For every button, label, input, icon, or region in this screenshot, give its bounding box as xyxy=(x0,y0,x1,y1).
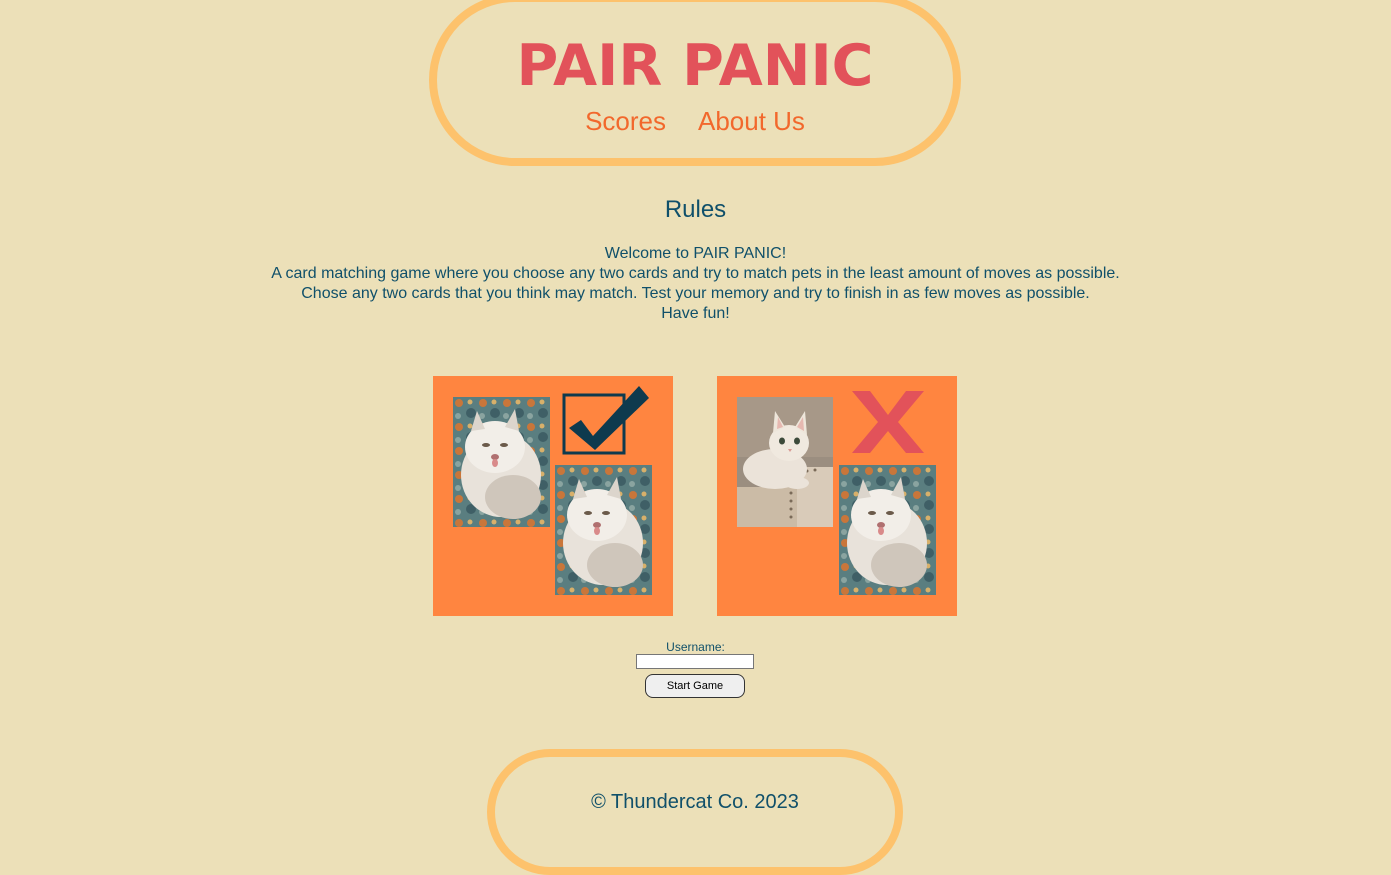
copyright-text: © Thundercat Co. 2023 xyxy=(591,791,799,813)
rules-text: Welcome to PAIR PANIC! A card matching g… xyxy=(0,244,1391,324)
white-cat-on-chair-photo xyxy=(737,397,833,527)
no-match-example-panel xyxy=(717,376,957,616)
match-example-panel xyxy=(433,376,673,616)
checkmark-icon xyxy=(562,386,649,455)
x-icon xyxy=(852,391,924,453)
nav-link-about-us[interactable]: About Us xyxy=(698,106,805,137)
username-label: Username: xyxy=(666,640,725,654)
main-nav: Scores About Us xyxy=(437,106,953,137)
site-title: PAIR PANIC xyxy=(516,33,874,99)
start-game-button[interactable]: Start Game xyxy=(645,674,745,698)
rules-line: Chose any two cards that you think may m… xyxy=(301,285,1090,302)
fluffy-persian-cat-photo xyxy=(839,465,936,595)
fluffy-persian-cat-photo xyxy=(555,465,652,595)
fluffy-persian-cat-photo xyxy=(453,397,550,527)
rules-line: Welcome to PAIR PANIC! xyxy=(604,245,787,262)
rules-line: Have fun! xyxy=(661,305,730,322)
username-input[interactable] xyxy=(636,654,754,669)
rules-line: A card matching game where you choose an… xyxy=(271,265,1120,282)
site-footer: © Thundercat Co. 2023 xyxy=(487,749,903,875)
rules-heading: Rules xyxy=(664,196,727,223)
site-header: PAIR PANIC Scores About Us xyxy=(429,0,961,166)
nav-link-scores[interactable]: Scores xyxy=(585,106,666,137)
